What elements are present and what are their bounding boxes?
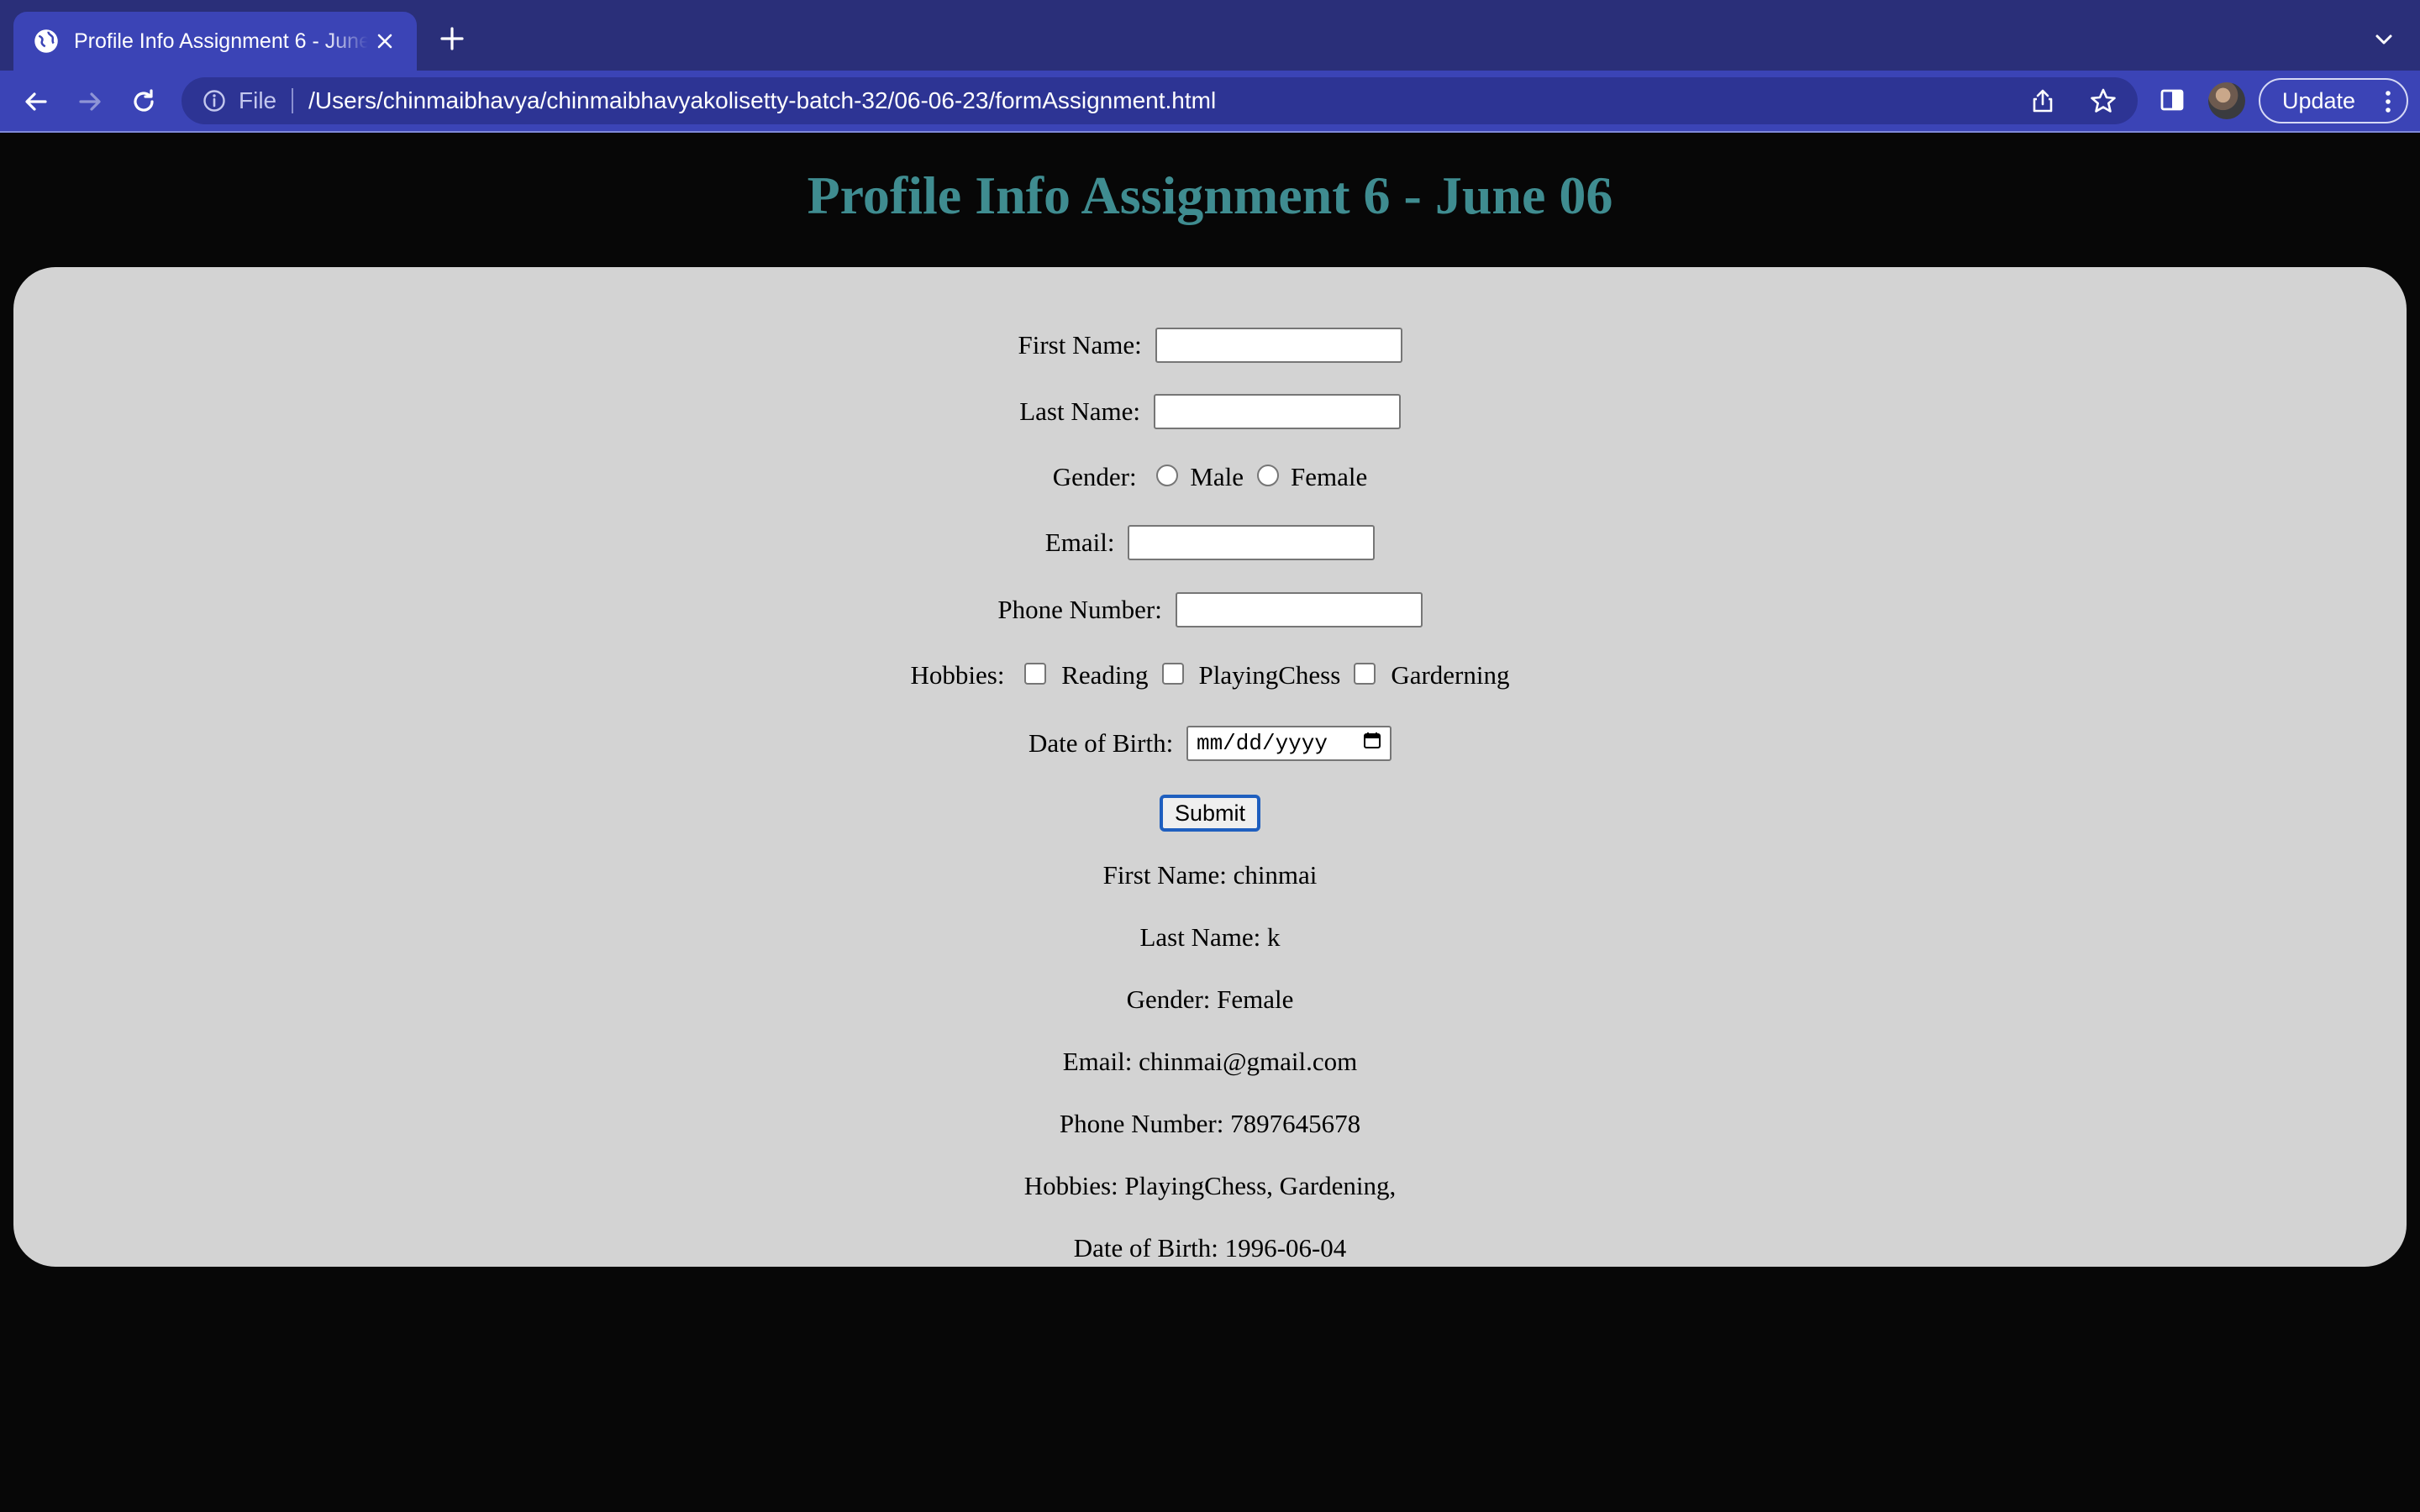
browser-tab[interactable]: Profile Info Assignment 6 - June 06 [13,12,417,71]
gender-male-radio[interactable] [1156,465,1179,486]
gender-female-label: Female [1291,462,1368,491]
side-panel-icon[interactable] [2158,86,2186,114]
dob-input[interactable]: mm/dd/yyyy [1186,726,1392,761]
file-scheme-label: File [239,87,277,113]
hobbies-row: Hobbies: Reading PlayingChess Garderning [13,660,2407,690]
output-last-name: Last Name: k [1139,922,1281,952]
hobby-reading-label: Reading [1061,660,1149,690]
phone-input[interactable] [1175,592,1423,627]
output-email: Email: chinmai@gmail.com [1062,1047,1358,1076]
browser-toolbar: File /Users/chinmaibhavya/chinmaibhavyak… [0,71,2420,133]
last-name-input[interactable] [1153,394,1401,429]
dob-placeholder: mm/dd/yyyy [1196,731,1328,756]
info-icon[interactable] [202,88,227,113]
email-input[interactable] [1128,525,1376,560]
output-dob: Date of Birth: 1996-06-04 [1073,1233,1347,1263]
hobby-reading-checkbox[interactable] [1024,663,1047,685]
globe-icon [34,29,59,54]
reload-icon[interactable] [128,86,160,118]
output-phone: Phone Number: 7897645678 [1059,1109,1361,1138]
browser-tab-bar: Profile Info Assignment 6 - June 06 [0,0,2420,71]
calendar-icon[interactable] [1363,731,1381,756]
hobby-gardening-label: Garderning [1391,660,1510,690]
submit-row: Submit [13,795,2407,832]
gender-female-radio[interactable] [1257,465,1280,486]
forward-arrow-icon[interactable] [74,86,106,118]
email-row: Email: [13,525,2407,560]
new-tab-icon[interactable] [437,24,467,54]
submit-button[interactable]: Submit [1159,795,1261,832]
dob-label: Date of Birth: [1028,728,1180,758]
update-label: Update [2282,87,2356,113]
profile-form-card: First Name: Last Name: Gender: Male Fema… [13,267,2407,1267]
last-name-row: Last Name: [13,394,2407,429]
chevron-down-icon[interactable] [2371,27,2396,52]
output-hobbies: Hobbies: PlayingChess, Gardening, [1023,1171,1397,1200]
bookmark-star-icon[interactable] [2089,87,2118,115]
phone-row: Phone Number: [13,592,2407,627]
omnibox-divider [292,88,294,113]
gender-male-label: Male [1190,462,1244,491]
share-icon[interactable] [2028,87,2057,115]
hobby-chess-checkbox[interactable] [1161,663,1184,685]
first-name-label: First Name: [1018,330,1149,360]
tab-title: Profile Info Assignment 6 - June 06 [74,29,368,53]
more-vertical-icon[interactable] [2383,89,2393,120]
address-bar[interactable]: File /Users/chinmaibhavya/chinmaibhavyak… [182,77,2138,124]
back-arrow-icon[interactable] [20,86,52,118]
url-text[interactable]: /Users/chinmaibhavya/chinmaibhavyakolise… [308,87,1216,114]
phone-label: Phone Number: [997,595,1169,624]
dob-row: Date of Birth: mm/dd/yyyy [13,726,2407,761]
profile-avatar[interactable] [2208,82,2245,119]
output-gender: Gender: Female [1126,984,1294,1014]
hobby-gardening-checkbox[interactable] [1354,663,1376,685]
gender-label: Gender: [1052,462,1144,491]
page-title: Profile Info Assignment 6 - June 06 [807,165,1613,225]
first-name-row: First Name: [13,328,2407,363]
first-name-input[interactable] [1155,328,1402,363]
close-tab-icon[interactable] [373,29,397,53]
gender-row: Gender: Male Female [13,462,2407,492]
email-label: Email: [1044,528,1122,557]
last-name-label: Last Name: [1019,396,1147,426]
update-button[interactable]: Update [2259,78,2408,123]
hobbies-label: Hobbies: [910,660,1012,690]
hobby-chess-label: PlayingChess [1198,660,1341,690]
output-first-name: First Name: chinmai [1102,860,1318,890]
